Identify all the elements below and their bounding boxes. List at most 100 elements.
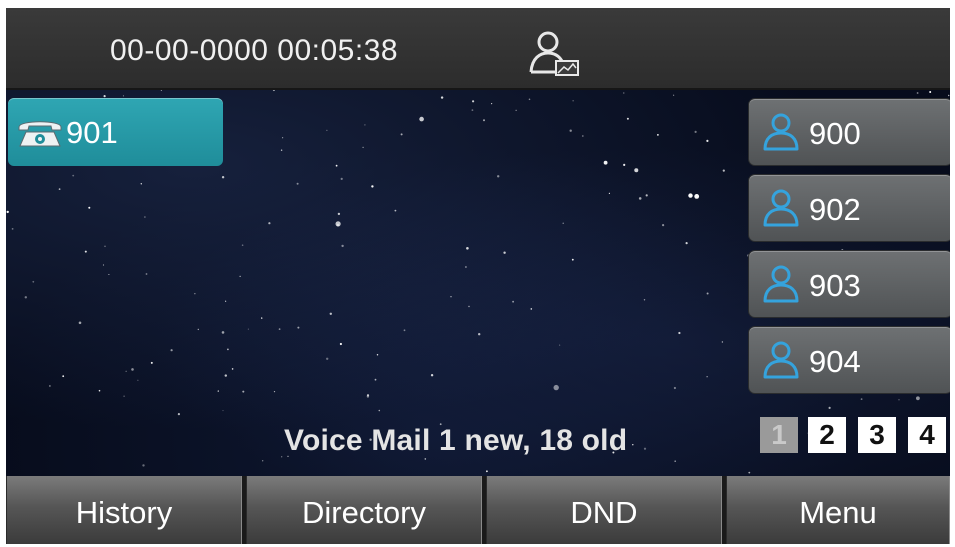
star [145,273,148,275]
star [282,137,284,139]
star [706,139,709,142]
star [150,361,153,364]
star [72,174,75,177]
star [364,124,366,126]
blf-key-label: 902 [809,192,861,227]
date-time: 00-00-0000 00:05:38 [110,34,399,67]
star [471,109,474,111]
star [860,398,863,400]
star [478,333,481,336]
status-bar: 00-00-0000 00:05:38 [6,8,950,90]
star [440,96,444,99]
star [140,183,142,185]
star [581,135,584,137]
star [24,296,27,299]
star [194,293,196,295]
star [131,368,134,371]
star [608,192,611,194]
page-2[interactable]: 2 [808,417,846,453]
star [225,300,227,302]
star [638,197,642,200]
blf-key-903[interactable]: 903 [748,250,950,318]
star [569,129,572,132]
blf-key-902[interactable]: 902 [748,174,950,242]
star [78,321,82,325]
star [673,94,675,96]
star [197,328,199,331]
blf-key-label: 903 [809,268,861,303]
star [32,280,35,283]
star [221,331,225,334]
star [280,149,283,151]
star [916,92,919,94]
page-3[interactable]: 3 [858,417,896,453]
star [645,194,648,197]
star [341,244,344,248]
star [571,258,574,261]
voicemail-status[interactable]: Voice Mail 1 new, 18 old [284,424,627,458]
directory-softkey[interactable]: Directory [246,476,482,544]
star [403,329,406,332]
star [281,456,283,458]
star [694,130,697,133]
history-softkey[interactable]: History [6,476,242,544]
star [634,168,639,173]
star [419,116,424,122]
user-icon [763,189,799,227]
star [643,447,647,450]
star [632,444,634,446]
blf-key-904[interactable]: 904 [748,326,950,394]
star [706,292,709,295]
star [62,375,65,378]
star [104,245,106,248]
star [125,370,127,372]
star [721,341,724,343]
star [272,90,275,92]
star [674,460,676,463]
star [335,164,338,167]
star [247,328,249,330]
star [261,317,263,319]
star [378,409,381,412]
star [486,470,488,473]
star [916,396,920,401]
star [217,390,219,392]
star [160,90,162,91]
star [394,209,397,212]
phone-screen: 00-00-0000 00:05:38 901 900 902 903 904 … [6,8,950,544]
dnd-softkey[interactable]: DND [486,476,722,544]
blf-key-900[interactable]: 900 [748,98,950,166]
star [374,378,377,381]
star [400,133,403,136]
star [929,91,932,93]
star [678,331,681,335]
star [673,386,677,390]
star [123,395,125,397]
star [11,228,14,230]
star [335,221,341,227]
star [340,177,343,180]
star [58,188,61,190]
blf-key-label: 900 [809,116,861,151]
menu-softkey[interactable]: Menu [726,476,950,544]
line-key-901[interactable]: 901 [8,98,223,166]
star [450,296,452,298]
line-key-label: 901 [66,115,118,150]
phone-icon [18,121,62,147]
page-1[interactable]: 1 [760,417,798,453]
star [297,326,300,329]
star [108,274,110,275]
star [559,344,561,346]
star [466,247,469,250]
star [623,92,625,94]
star [643,299,646,301]
star [273,391,276,393]
star [278,328,281,330]
star [98,389,101,392]
user-icon [763,265,799,303]
page-4[interactable]: 4 [908,417,946,453]
star [491,103,493,105]
star [142,464,145,467]
star [424,458,427,460]
star [688,193,693,198]
